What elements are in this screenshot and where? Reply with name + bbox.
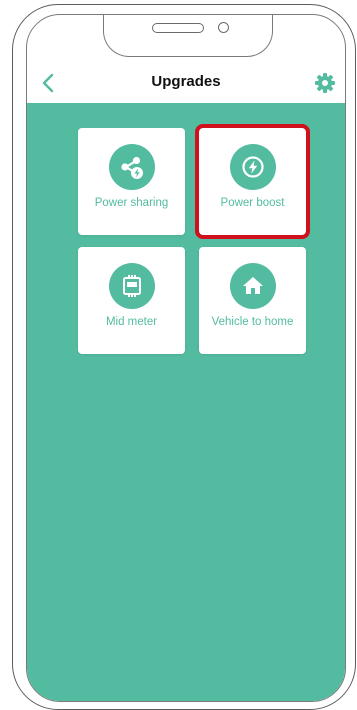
tile-icon-circle	[230, 263, 276, 309]
settings-button[interactable]	[313, 71, 337, 95]
home-icon	[243, 277, 263, 294]
camera-icon	[218, 22, 229, 33]
phone-notch	[103, 15, 273, 57]
tile-label: Power sharing	[94, 197, 169, 209]
tile-icon-circle	[109, 144, 155, 190]
tile-icon-circle	[230, 144, 276, 190]
gear-icon	[315, 73, 335, 93]
tile-label: Mid meter	[105, 316, 158, 328]
tile-power-boost[interactable]: Power boost	[195, 124, 310, 239]
page-title: Upgrades	[151, 73, 221, 90]
tile-label: Power boost	[220, 197, 285, 209]
meter-icon	[123, 275, 141, 297]
share-bolt-icon	[121, 156, 143, 179]
tile-icon-circle	[109, 263, 155, 309]
tile-power-sharing[interactable]: Power sharing	[78, 128, 185, 235]
app-header: Upgrades	[27, 63, 345, 103]
tile-label: Vehicle to home	[211, 316, 294, 328]
speaker-icon	[152, 23, 204, 33]
upgrades-grid: Power sharing Power boost Mid meter Vehi…	[27, 103, 345, 701]
tile-vehicle-to-home[interactable]: Vehicle to home	[199, 247, 306, 354]
phone-screen: Upgrades Power sharing Power boost Mid m…	[26, 14, 346, 702]
bolt-icon	[242, 156, 264, 178]
tile-mid-meter[interactable]: Mid meter	[78, 247, 185, 354]
